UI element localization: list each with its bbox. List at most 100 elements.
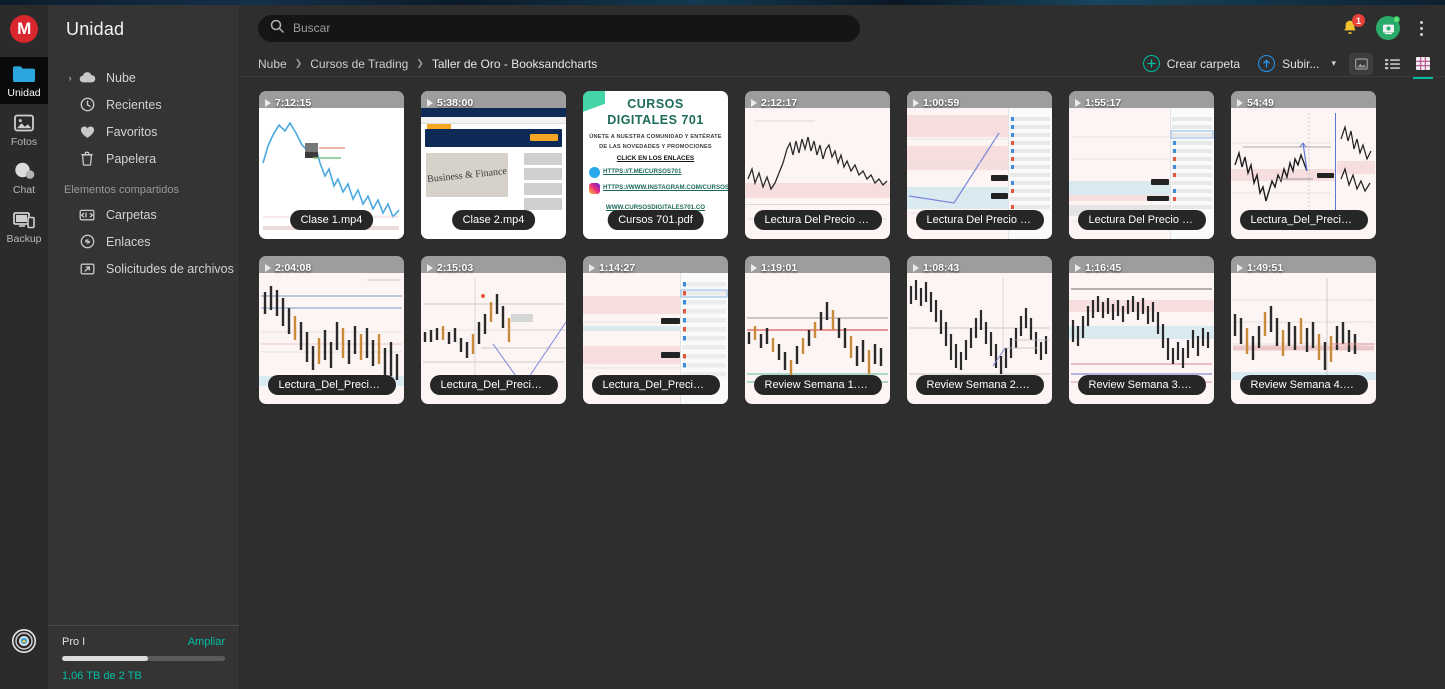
plus-icon [1142,55,1160,72]
play-icon [1075,264,1081,272]
duration-badge: 2:12:17 [751,97,797,109]
file-name: Review Semana 3.mp4 [1077,375,1206,395]
heart-icon [76,125,98,139]
more-options-icon[interactable] [1416,19,1427,38]
duration-badge: 54:49 [1237,97,1274,109]
search-bar[interactable] [258,14,860,42]
main-content: 1 Nube ❯ Cursos de Trading ❯ Taller de O… [240,5,1445,689]
telegram-link-row: HTTPS://T.ME/CURSOS701 [589,167,722,179]
file-card[interactable]: 1:55:17 Lectura Del Precio 3.... [1069,91,1214,239]
sidebar-section-shared: Elementos compartidos [64,184,179,196]
breadcrumb-item-2[interactable]: Taller de Oro - Booksandcharts [432,57,597,71]
breadcrumb-bar: Nube ❯ Cursos de Trading ❯ Taller de Oro… [240,51,1445,79]
app-rail: M Unidad Fotos Chat Backup [0,5,48,689]
achievements-icon[interactable] [11,628,37,659]
duration-badge: 2:15:03 [427,262,473,274]
sidebar-item-carpetas[interactable]: Carpetas [48,201,239,228]
duration-text: 1:16:45 [1085,262,1122,274]
file-card[interactable]: 1:16:45 Review Semana 3.mp4 [1069,256,1214,404]
upload-label: Subir... [1282,56,1320,71]
play-icon [913,264,919,272]
play-icon [427,264,433,272]
file-name: Review Semana 4.mp4 [1239,375,1368,395]
file-name: Lectura_Del_Precio_5... [267,375,396,395]
duration-text: 1:08:43 [923,262,960,274]
cloud-icon [76,71,98,84]
rail-item-unidad[interactable]: Unidad [0,57,48,104]
play-icon [589,264,595,272]
storage-upgrade-link[interactable]: Ampliar [188,636,225,648]
file-card[interactable]: 1:00:59 Lectura Del Precio 2.... [907,91,1052,239]
mega-logo[interactable]: M [10,15,38,43]
sidebar: Unidad › Nube Recientes Favoritos Papele… [48,5,240,689]
sidebar-label-nube: Nube [106,70,136,85]
clock-icon [76,97,98,112]
breadcrumb-item-0[interactable]: Nube [258,57,287,71]
file-card[interactable]: 2:15:03 Lectura_Del_Precio_6... [421,256,566,404]
gallery-view-button[interactable] [1349,52,1373,75]
sidebar-label-papelera: Papelera [106,151,157,166]
file-card[interactable]: 5:38:00 Clase 2.mp4 [421,91,566,239]
instagram-icon [589,183,600,195]
sidebar-item-papelera[interactable]: Papelera [48,145,239,172]
pdf-subtitle-2: DE LAS NOVEDADES Y PROMOCIONES [599,143,712,150]
sidebar-title: Unidad [66,19,125,39]
search-icon [270,19,284,38]
file-card[interactable]: 54:49 Lectura_Del_Precio_4... [1231,91,1376,239]
sidebar-label-recientes: Recientes [106,97,162,112]
sidebar-item-favoritos[interactable]: Favoritos [48,118,239,145]
breadcrumb-item-1[interactable]: Cursos de Trading [310,57,408,71]
play-icon [1075,99,1081,107]
file-card[interactable]: 1:19:01 Review Semana 1.mp4 [745,256,890,404]
duration-text: 7:12:15 [275,97,312,109]
grid-view-button[interactable] [1411,53,1435,79]
storage-plan-label: Pro I [62,636,86,648]
file-card[interactable]: 1:14:27 Lectura_Del_Precio_7... [583,256,728,404]
chevron-right-icon: ❯ [294,58,303,68]
chevron-right-icon[interactable]: › [64,73,76,83]
avatar[interactable] [1376,16,1400,40]
create-folder-button[interactable]: Crear carpeta [1135,52,1248,75]
file-card[interactable]: 1:49:51 Review Semana 4.mp4 [1231,256,1376,404]
storage-widget: Pro I Ampliar 1,06 TB de 2 TB [48,625,239,689]
duration-text: 2:04:08 [275,262,312,274]
file-name: Clase 2.mp4 [451,210,536,230]
sidebar-item-enlaces[interactable]: Enlaces [48,228,239,255]
rail-item-chat[interactable]: Chat [0,154,48,201]
chevron-down-icon[interactable]: ▾ [1329,58,1342,69]
storage-progress-fill [62,656,149,661]
pdf-link-instagram: HTTPS://WWW.INSTAGRAM.COM/CURSOSEMPRENDE… [603,184,728,192]
sidebar-label-enlaces: Enlaces [106,234,151,249]
sidebar-item-solicitudes[interactable]: Solicitudes de archivos [48,255,239,282]
duration-badge: 7:12:15 [265,97,311,109]
file-card[interactable]: 2:04:08 Lectura_Del_Precio_5... [259,256,404,404]
chevron-right-icon: ❯ [416,58,424,68]
search-input[interactable] [293,21,848,35]
file-name: Lectura Del Precio 1.... [753,210,882,230]
sidebar-label-carpetas: Carpetas [106,207,157,222]
file-card[interactable]: 7:12:15 Clase 1.mp4 [259,91,404,239]
upload-button[interactable]: Subir... [1250,52,1327,75]
rail-item-fotos[interactable]: Fotos [0,106,48,153]
list-view-button[interactable] [1380,53,1404,75]
rail-item-backup[interactable]: Backup [0,203,48,250]
duration-badge: 1:08:43 [913,262,959,274]
pdf-subtitle-1: ÚNETE A NUESTRA COMUNIDAD Y ENTÉRATE [589,134,722,141]
duration-text: 54:49 [1247,97,1274,109]
file-card[interactable]: 2:12:17 Lectura Del Precio 1.... [745,91,890,239]
sidebar-label-solicitudes: Solicitudes de archivos [106,261,234,276]
sidebar-item-nube[interactable]: › Nube [48,64,239,91]
duration-text: 1:19:01 [761,262,798,274]
duration-badge: 1:55:17 [1075,97,1121,109]
sidebar-item-recientes[interactable]: Recientes [48,91,239,118]
duration-text: 1:00:59 [923,97,960,109]
file-name: Cursos 701.pdf [607,210,704,230]
file-card[interactable]: CURSOS DIGITALES 701 ÚNETE A NUESTRA COM… [583,91,728,239]
file-card[interactable]: 1:08:43 Review Semana 2.mp4 [907,256,1052,404]
play-icon [1237,99,1243,107]
notifications-button[interactable]: 1 [1340,14,1365,38]
pdf-title-line2: DIGITALES 701 [607,112,704,127]
file-name: Lectura_Del_Precio_4... [1239,210,1368,230]
play-icon [265,99,271,107]
file-name: Lectura Del Precio 2.... [915,210,1044,230]
